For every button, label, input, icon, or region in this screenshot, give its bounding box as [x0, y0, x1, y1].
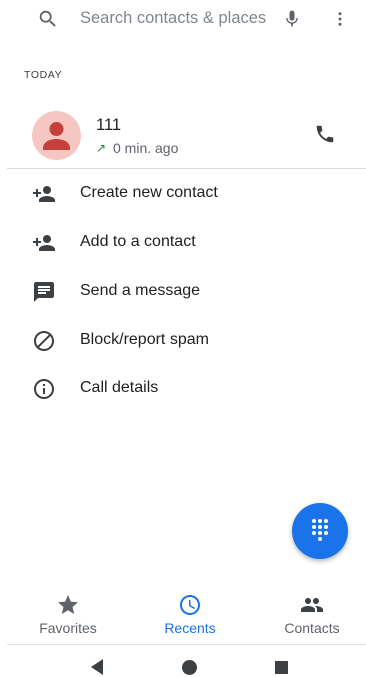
phone-call-icon[interactable]: [314, 123, 336, 145]
microphone-icon[interactable]: [282, 7, 302, 31]
star-icon: [58, 595, 78, 614]
block-icon: [34, 331, 54, 351]
clock-icon: [180, 595, 200, 615]
home-icon[interactable]: [181, 659, 198, 676]
call-log-item[interactable]: 111 ↗ 0 min. ago: [0, 105, 366, 167]
tab-label: Favorites: [39, 620, 97, 636]
search-bar[interactable]: [0, 0, 366, 38]
section-header: TODAY: [24, 69, 63, 81]
tab-contacts[interactable]: Contacts: [251, 585, 366, 641]
bottom-navigation: Favorites Recents Contacts: [0, 585, 366, 641]
recent-apps-icon[interactable]: [274, 660, 289, 675]
back-icon[interactable]: [89, 658, 105, 676]
call-details-action[interactable]: Call details: [0, 365, 366, 413]
tab-favorites[interactable]: Favorites: [7, 585, 129, 641]
tab-label: Contacts: [284, 620, 340, 636]
message-icon: [34, 282, 54, 302]
info-icon: [34, 379, 54, 399]
tab-label: Recents: [164, 620, 216, 636]
action-label: Create new contact: [80, 184, 218, 201]
action-label: Send a message: [80, 282, 201, 299]
person-add-icon: [33, 235, 55, 251]
action-label: Add to a contact: [80, 233, 196, 250]
divider: [7, 168, 366, 169]
block-report-spam-action[interactable]: Block/report spam: [0, 317, 366, 365]
action-label: Block/report spam: [80, 331, 209, 348]
search-input[interactable]: [72, 4, 288, 32]
outgoing-call-icon: ↗: [96, 141, 107, 155]
caller-name: 111: [96, 116, 122, 134]
call-time: 0 min. ago: [113, 140, 179, 156]
dialpad-icon: [312, 519, 328, 541]
people-icon: [301, 598, 323, 612]
action-label: Call details: [80, 379, 159, 396]
person-add-icon: [33, 186, 55, 202]
person-icon: [43, 122, 70, 150]
divider: [7, 644, 366, 645]
tab-recents[interactable]: Recents: [129, 585, 251, 641]
create-new-contact-action[interactable]: Create new contact: [0, 170, 366, 218]
add-to-contact-action[interactable]: Add to a contact: [0, 219, 366, 267]
search-icon[interactable]: [37, 8, 59, 30]
send-message-action[interactable]: Send a message: [0, 268, 366, 316]
dialpad-button[interactable]: [292, 503, 348, 559]
more-options-icon[interactable]: [331, 7, 349, 31]
system-navigation-bar: [0, 648, 366, 677]
avatar: [32, 111, 81, 160]
